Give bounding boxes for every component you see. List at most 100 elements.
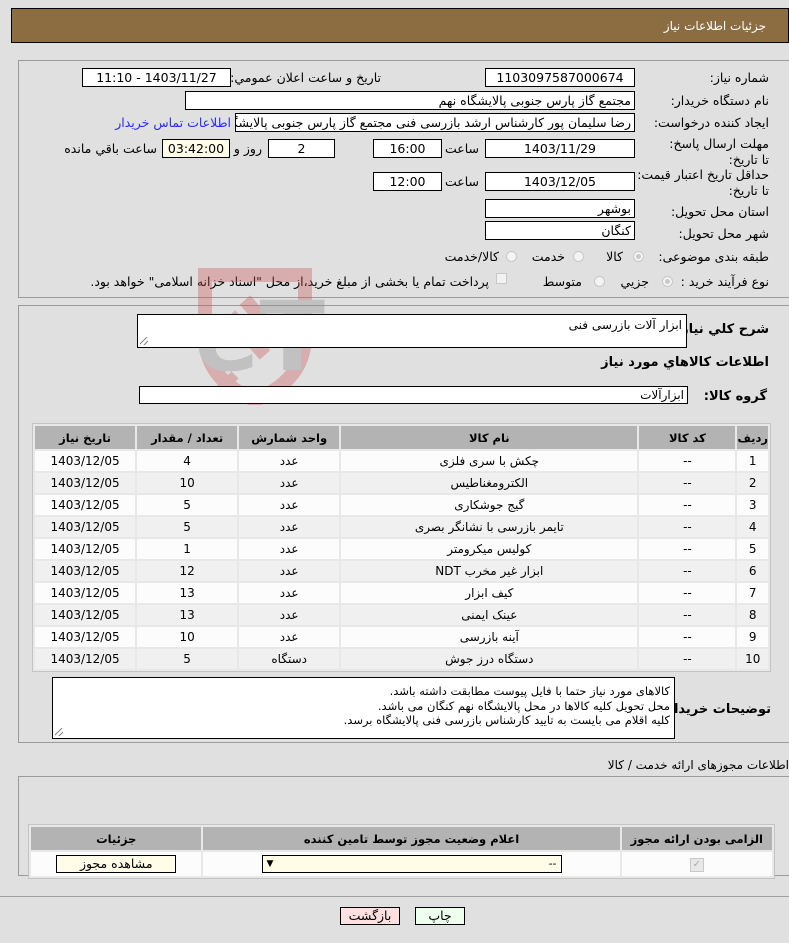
cell-row-number: 10 xyxy=(737,649,768,669)
need-number-field: 1103097587000674 xyxy=(485,68,635,87)
cell-quantity: 1 xyxy=(137,539,238,559)
table-row: 6 -- ابزار غیر مخرب NDT عدد 12 1403/12/05 xyxy=(35,561,768,581)
cell-row-number: 5 xyxy=(737,539,768,559)
table-row: 3 -- گیج جوشکاری عدد 5 1403/12/05 xyxy=(35,495,768,515)
summary-text: ابزار آلات بازرسی فنی xyxy=(568,318,682,332)
cell-unit: عدد xyxy=(239,451,340,471)
table-row: 5 -- کولیس میکرومتر عدد 1 1403/12/05 xyxy=(35,539,768,559)
cell-goods-name: دستگاه درز جوش xyxy=(341,649,638,669)
buyer-notes-textarea[interactable]: کالاهای مورد نیاز حتما با فایل پیوست مطا… xyxy=(52,677,675,739)
cell-quantity: 13 xyxy=(137,605,238,625)
cell-quantity: 5 xyxy=(137,517,238,537)
col-header-qty: تعداد / مقدار xyxy=(137,426,238,449)
permit-status-select[interactable]: -- ▼ xyxy=(261,855,562,873)
cell-goods-code: -- xyxy=(639,451,736,471)
view-permit-button[interactable]: مشاهده مجوز xyxy=(56,855,177,873)
table-row: 1 -- چکش با سری فلزی عدد 4 1403/12/05 xyxy=(35,451,768,471)
permit-required-checkbox: ✓ xyxy=(689,858,704,872)
requester-label: ایجاد کننده درخواست: xyxy=(653,115,769,130)
permits-table: الزامی بودن ارائه مجوز اعلام وضعیت مجوز … xyxy=(28,824,775,879)
goods-table-header: ردیف کد کالا نام کالا واحد شمارش تعداد /… xyxy=(35,426,768,449)
cell-goods-name: گیج جوشکاری xyxy=(341,495,638,515)
cell-goods-code: -- xyxy=(639,583,736,603)
cell-unit: عدد xyxy=(239,627,340,647)
treasury-checkbox[interactable] xyxy=(496,273,507,284)
days-label: روز و xyxy=(233,141,262,156)
cell-goods-name: تایمر بازرسی با نشانگر بصری xyxy=(341,517,638,537)
cell-quantity: 12 xyxy=(137,561,238,581)
resize-grip-icon[interactable] xyxy=(140,337,148,345)
cell-need-date: 1403/12/05 xyxy=(35,627,136,647)
price-validity-date: 1403/12/05 xyxy=(485,172,635,191)
buyer-notes-label: توضیحات خریدار: xyxy=(661,702,771,717)
cell-goods-name: عینک ایمنی xyxy=(341,605,638,625)
chevron-down-icon: ▼ xyxy=(266,859,274,869)
treasury-note: پرداخت تمام یا بخشی از مبلغ خرید،از محل … xyxy=(90,274,489,289)
resize-grip-icon[interactable] xyxy=(55,728,63,736)
cell-goods-name: الکترومغناطیس xyxy=(341,473,638,493)
summary-label: شرح کلي نیاز: xyxy=(675,322,769,337)
buyer-org-field: مجتمع گاز پارس جنوبی پالایشگاه نهم xyxy=(185,91,635,110)
price-time-label: ساعت xyxy=(444,174,479,189)
category-radio-service[interactable] xyxy=(573,251,584,262)
city-label: شهر محل تحویل: xyxy=(678,226,769,241)
buyer-note-line: محل تحویل کلیه کالاها در محل پالایشگاه ن… xyxy=(377,698,670,713)
cell-goods-code: -- xyxy=(639,539,736,559)
cell-quantity: 10 xyxy=(137,473,238,493)
cell-need-date: 1403/12/05 xyxy=(35,605,136,625)
need-number-label: شماره نیاز: xyxy=(709,70,769,85)
cell-goods-code: -- xyxy=(639,561,736,581)
purchase-option-minor: جزیي xyxy=(620,274,649,289)
category-label: طبقه بندی موضوعی: xyxy=(658,249,769,264)
province-field: بوشهر xyxy=(485,199,635,218)
time-remaining-field: 03:42:00 xyxy=(162,139,230,158)
purchase-radio-minor[interactable] xyxy=(662,276,673,287)
reply-deadline-date: 1403/11/29 xyxy=(485,139,635,158)
cell-goods-name: کیف ابزار xyxy=(341,583,638,603)
announce-datetime-field: 1403/11/27 - 11:10 xyxy=(82,68,231,87)
cell-need-date: 1403/12/05 xyxy=(35,539,136,559)
reply-deadline-label: مهلت ارسال پاسخ: تا تاریخ: xyxy=(669,136,769,167)
purchase-type-label: نوع فرآیند خرید : xyxy=(680,274,769,289)
col-header-row: ردیف xyxy=(737,426,768,449)
days-remaining-field: 2 xyxy=(268,139,335,158)
cell-need-date: 1403/12/05 xyxy=(35,451,136,471)
cell-unit: عدد xyxy=(239,539,340,559)
cell-goods-code: -- xyxy=(639,495,736,515)
city-field: کنگان xyxy=(485,221,635,240)
cell-row-number: 7 xyxy=(737,583,768,603)
cell-unit: عدد xyxy=(239,473,340,493)
page-title: جزئیات اطلاعات نیاز xyxy=(663,19,766,33)
table-row: 10 -- دستگاه درز جوش دستگاه 5 1403/12/05 xyxy=(35,649,768,669)
buyer-note-line: کالاهای مورد نیاز حتما با فایل پیوست مطا… xyxy=(389,684,670,698)
cell-unit: دستگاه xyxy=(239,649,340,669)
cell-goods-code: -- xyxy=(639,473,736,493)
category-option-goods: کالا xyxy=(606,249,623,264)
table-row: 9 -- آینه بازرسی عدد 10 1403/12/05 xyxy=(35,627,768,647)
cell-need-date: 1403/12/05 xyxy=(35,495,136,515)
purchase-radio-medium[interactable] xyxy=(594,276,605,287)
buyer-note-line: کلیه اقلام می بایست به تایید کارشناس باز… xyxy=(343,713,670,727)
time-remaining-label: ساعت باقي مانده xyxy=(64,141,157,156)
cell-goods-name: ابزار غیر مخرب NDT xyxy=(341,561,638,581)
print-button[interactable]: چاپ xyxy=(415,907,465,925)
buyer-contact-link[interactable]: اطلاعات تماس خریدار xyxy=(115,115,231,130)
category-radio-goods-service[interactable] xyxy=(506,251,517,262)
permit-status-value: -- xyxy=(548,857,557,870)
back-button[interactable]: بازگشت xyxy=(340,907,400,925)
category-option-service: خدمت xyxy=(531,249,565,264)
cell-quantity: 13 xyxy=(137,583,238,603)
cell-need-date: 1403/12/05 xyxy=(35,473,136,493)
cell-goods-code: -- xyxy=(639,627,736,647)
cell-goods-code: -- xyxy=(639,649,736,669)
summary-textarea[interactable]: ابزار آلات بازرسی فنی xyxy=(137,314,687,348)
category-radio-goods[interactable] xyxy=(633,251,644,262)
cell-goods-name: کولیس میکرومتر xyxy=(341,539,638,559)
goods-group-label: گروه کالا: xyxy=(703,389,767,404)
cell-need-date: 1403/12/05 xyxy=(35,561,136,581)
permits-col-required: الزامی بودن ارائه مجوز xyxy=(621,827,772,850)
requester-field: رضا سلیمان پور کارشناس ارشد بازرسی فنی م… xyxy=(235,113,635,132)
cell-row-number: 8 xyxy=(737,605,768,625)
permits-col-status: اعلام وضعیت مجوز توسط تامین کننده xyxy=(203,827,620,850)
buyer-org-label: نام دستگاه خریدار: xyxy=(670,93,769,108)
